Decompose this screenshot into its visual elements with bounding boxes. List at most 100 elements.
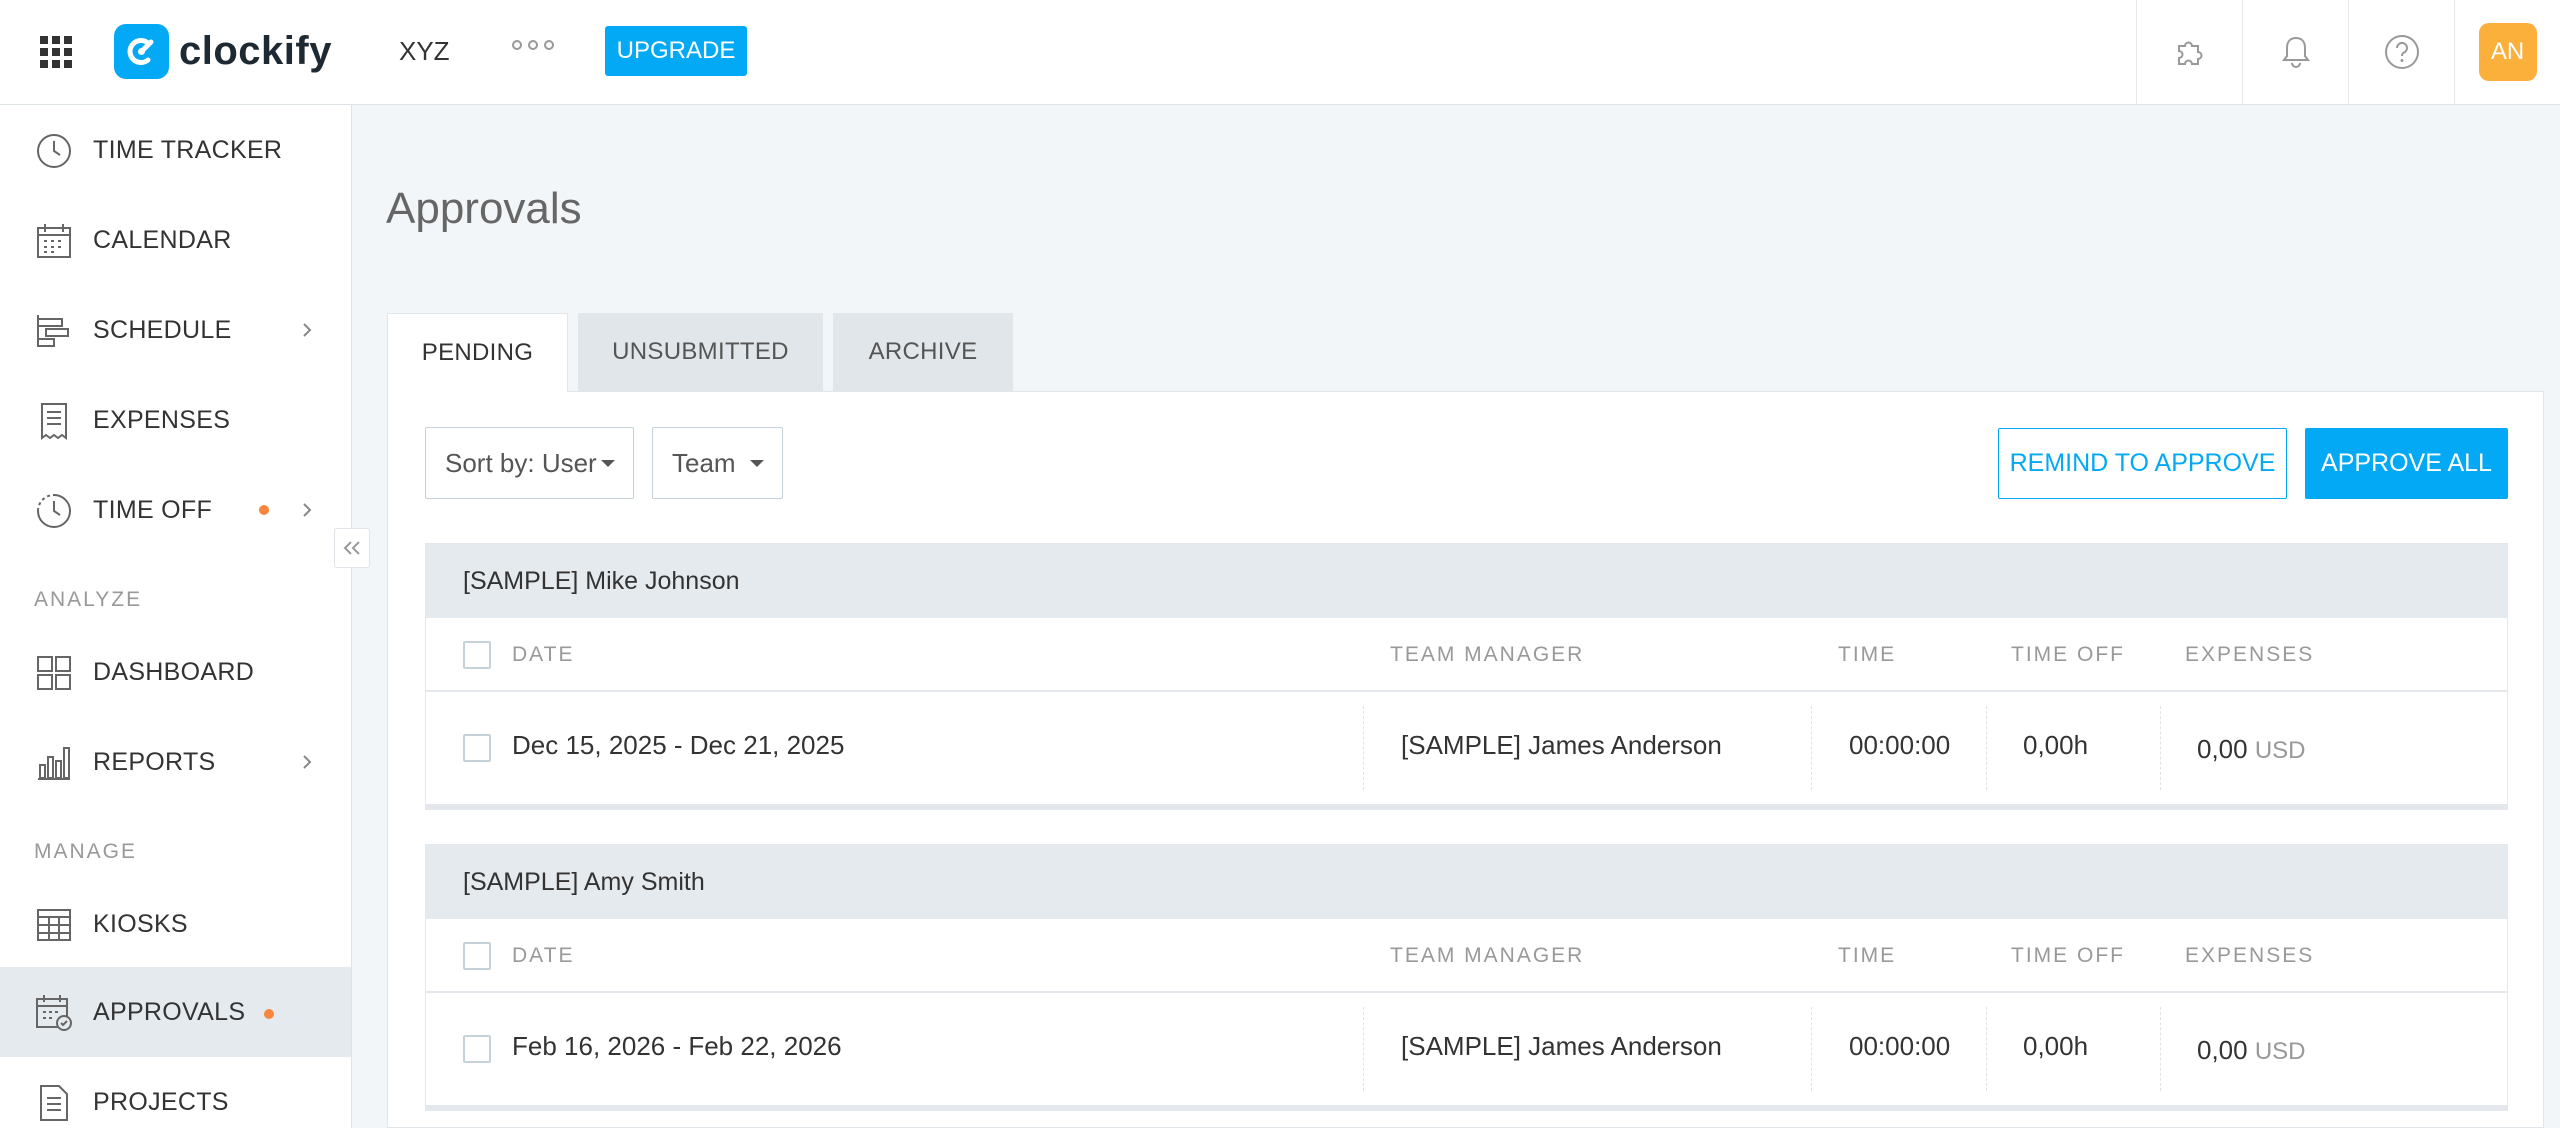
double-chevron-left-icon (343, 541, 360, 555)
approval-group: [SAMPLE] Mike Johnson DATE TEAM MANAGER … (425, 543, 2508, 810)
expenses-amount: 0,00 (2197, 734, 2248, 764)
column-header-row: DATE TEAM MANAGER TIME TIME OFF EXPENSES (426, 618, 2507, 692)
sidebar-item-label: TIME TRACKER (93, 135, 283, 164)
group-user-name: [SAMPLE] Mike Johnson (426, 544, 2507, 618)
sidebar-item-label: EXPENSES (93, 405, 231, 434)
schedule-icon (37, 315, 69, 347)
projects-icon (40, 1085, 68, 1121)
column-time: TIME (1838, 944, 1897, 967)
select-all-checkbox[interactable] (463, 641, 491, 669)
column-time-off: TIME OFF (2011, 944, 2125, 967)
column-divider (1986, 1007, 1987, 1091)
column-divider (1811, 1007, 1812, 1091)
row-time-off: 0,00h (2023, 730, 2089, 760)
approvals-icon (36, 995, 72, 1031)
time-off-icon (37, 494, 71, 528)
sidebar-item-projects[interactable]: PROJECTS (0, 1057, 351, 1128)
group-user-name: [SAMPLE] Amy Smith (426, 845, 2507, 919)
sidebar-item-reports[interactable]: REPORTS (0, 717, 351, 807)
row-team-manager: [SAMPLE] James Anderson (1401, 1031, 1722, 1061)
section-label-manage: MANAGE (34, 840, 138, 863)
row-date: Feb 16, 2026 - Feb 22, 2026 (512, 1031, 842, 1061)
row-time-off: 0,00h (2023, 1031, 2089, 1061)
sort-by-dropdown[interactable]: Sort by: User (425, 427, 634, 499)
row-time: 00:00:00 (1849, 730, 1951, 760)
row-expenses: 0,00 USD (2197, 1035, 2306, 1066)
logo-text: clockify (179, 29, 332, 73)
avatar[interactable]: AN (2478, 23, 2537, 81)
collapse-sidebar-button[interactable] (334, 528, 370, 568)
bar-chart-icon (38, 747, 70, 780)
upgrade-button[interactable]: UPGRADE (605, 26, 747, 76)
clockify-logo[interactable]: clockify (114, 24, 332, 79)
column-divider (1363, 1007, 1364, 1091)
sidebar-item-schedule[interactable]: SCHEDULE (0, 285, 351, 375)
approval-group: [SAMPLE] Amy Smith DATE TEAM MANAGER TIM… (425, 844, 2508, 1111)
column-divider (1811, 706, 1812, 790)
sidebar-item-calendar[interactable]: CALENDAR (0, 195, 351, 285)
apps-grid-icon[interactable] (40, 36, 72, 68)
sidebar-item-time-off[interactable]: TIME OFF (0, 465, 351, 555)
tab-pending[interactable]: PENDING (387, 313, 568, 392)
column-divider (1363, 706, 1364, 790)
expenses-amount: 0,00 (2197, 1035, 2248, 1065)
more-dots-icon[interactable] (512, 40, 554, 50)
sidebar-item-label: REPORTS (93, 747, 216, 776)
remind-to-approve-button[interactable]: REMIND TO APPROVE (1998, 428, 2287, 499)
chevron-right-icon (303, 323, 312, 337)
row-time: 00:00:00 (1849, 1031, 1951, 1061)
section-label-analyze: ANALYZE (34, 588, 143, 611)
chevron-right-icon (303, 503, 312, 517)
column-divider (2160, 1007, 2161, 1091)
team-dropdown[interactable]: Team (652, 427, 783, 499)
expenses-currency: USD (2254, 737, 2306, 764)
table-row[interactable]: Dec 15, 2025 - Dec 21, 2025 [SAMPLE] Jam… (426, 692, 2507, 804)
clock-icon (37, 134, 71, 168)
row-team-manager: [SAMPLE] James Anderson (1401, 730, 1722, 760)
column-header-row: DATE TEAM MANAGER TIME TIME OFF EXPENSES (426, 919, 2507, 993)
column-date: DATE (512, 944, 575, 967)
row-date: Dec 15, 2025 - Dec 21, 2025 (512, 730, 845, 760)
caret-down-icon (750, 460, 764, 467)
sidebar-item-approvals[interactable]: APPROVALS (0, 967, 351, 1057)
sidebar-item-kiosks[interactable]: KIOSKS (0, 879, 351, 969)
sidebar-item-label: KIOSKS (93, 909, 188, 938)
column-time-off: TIME OFF (2011, 643, 2125, 666)
tab-archive[interactable]: ARCHIVE (833, 313, 1013, 391)
table-row[interactable]: Feb 16, 2026 - Feb 22, 2026 [SAMPLE] Jam… (426, 993, 2507, 1105)
sidebar-item-label: APPROVALS (93, 997, 246, 1026)
calendar-icon (37, 224, 71, 258)
sidebar-item-expenses[interactable]: EXPENSES (0, 375, 351, 465)
receipt-icon (41, 403, 67, 440)
sidebar-item-dashboard[interactable]: DASHBOARD (0, 627, 351, 717)
sidebar: TIME TRACKER CALENDAR SCHEDULE EXPENSES … (0, 105, 352, 1128)
clockify-logo-icon (114, 24, 169, 79)
column-date: DATE (512, 643, 575, 666)
column-expenses: EXPENSES (2185, 643, 2315, 666)
sidebar-item-label: CALENDAR (93, 225, 232, 254)
sidebar-item-label: SCHEDULE (93, 315, 232, 344)
puzzle-icon[interactable] (2136, 0, 2242, 104)
team-label: Team (672, 447, 736, 478)
help-icon[interactable] (2348, 0, 2454, 104)
column-expenses: EXPENSES (2185, 944, 2315, 967)
avatar-container: AN (2454, 0, 2560, 104)
tab-unsubmitted[interactable]: UNSUBMITTED (578, 313, 823, 391)
workspace-name[interactable]: XYZ (399, 36, 450, 67)
row-checkbox[interactable] (463, 734, 491, 762)
kiosk-icon (37, 909, 71, 941)
column-team-manager: TEAM MANAGER (1390, 643, 1585, 666)
row-checkbox[interactable] (463, 1035, 491, 1063)
sidebar-item-label: TIME OFF (93, 495, 213, 524)
bell-icon[interactable] (2242, 0, 2348, 104)
column-divider (2160, 706, 2161, 790)
sidebar-item-time-tracker[interactable]: TIME TRACKER (0, 105, 351, 195)
approve-all-button[interactable]: APPROVE ALL (2305, 428, 2508, 499)
sort-by-label: Sort by: User (445, 447, 597, 478)
row-expenses: 0,00 USD (2197, 734, 2306, 765)
notification-dot (264, 1009, 274, 1019)
select-all-checkbox[interactable] (463, 942, 491, 970)
top-bar: clockify XYZ UPGRADE AN (0, 0, 2560, 105)
approval-tabs: PENDING UNSUBMITTED ARCHIVE (387, 313, 1023, 392)
column-team-manager: TEAM MANAGER (1390, 944, 1585, 967)
